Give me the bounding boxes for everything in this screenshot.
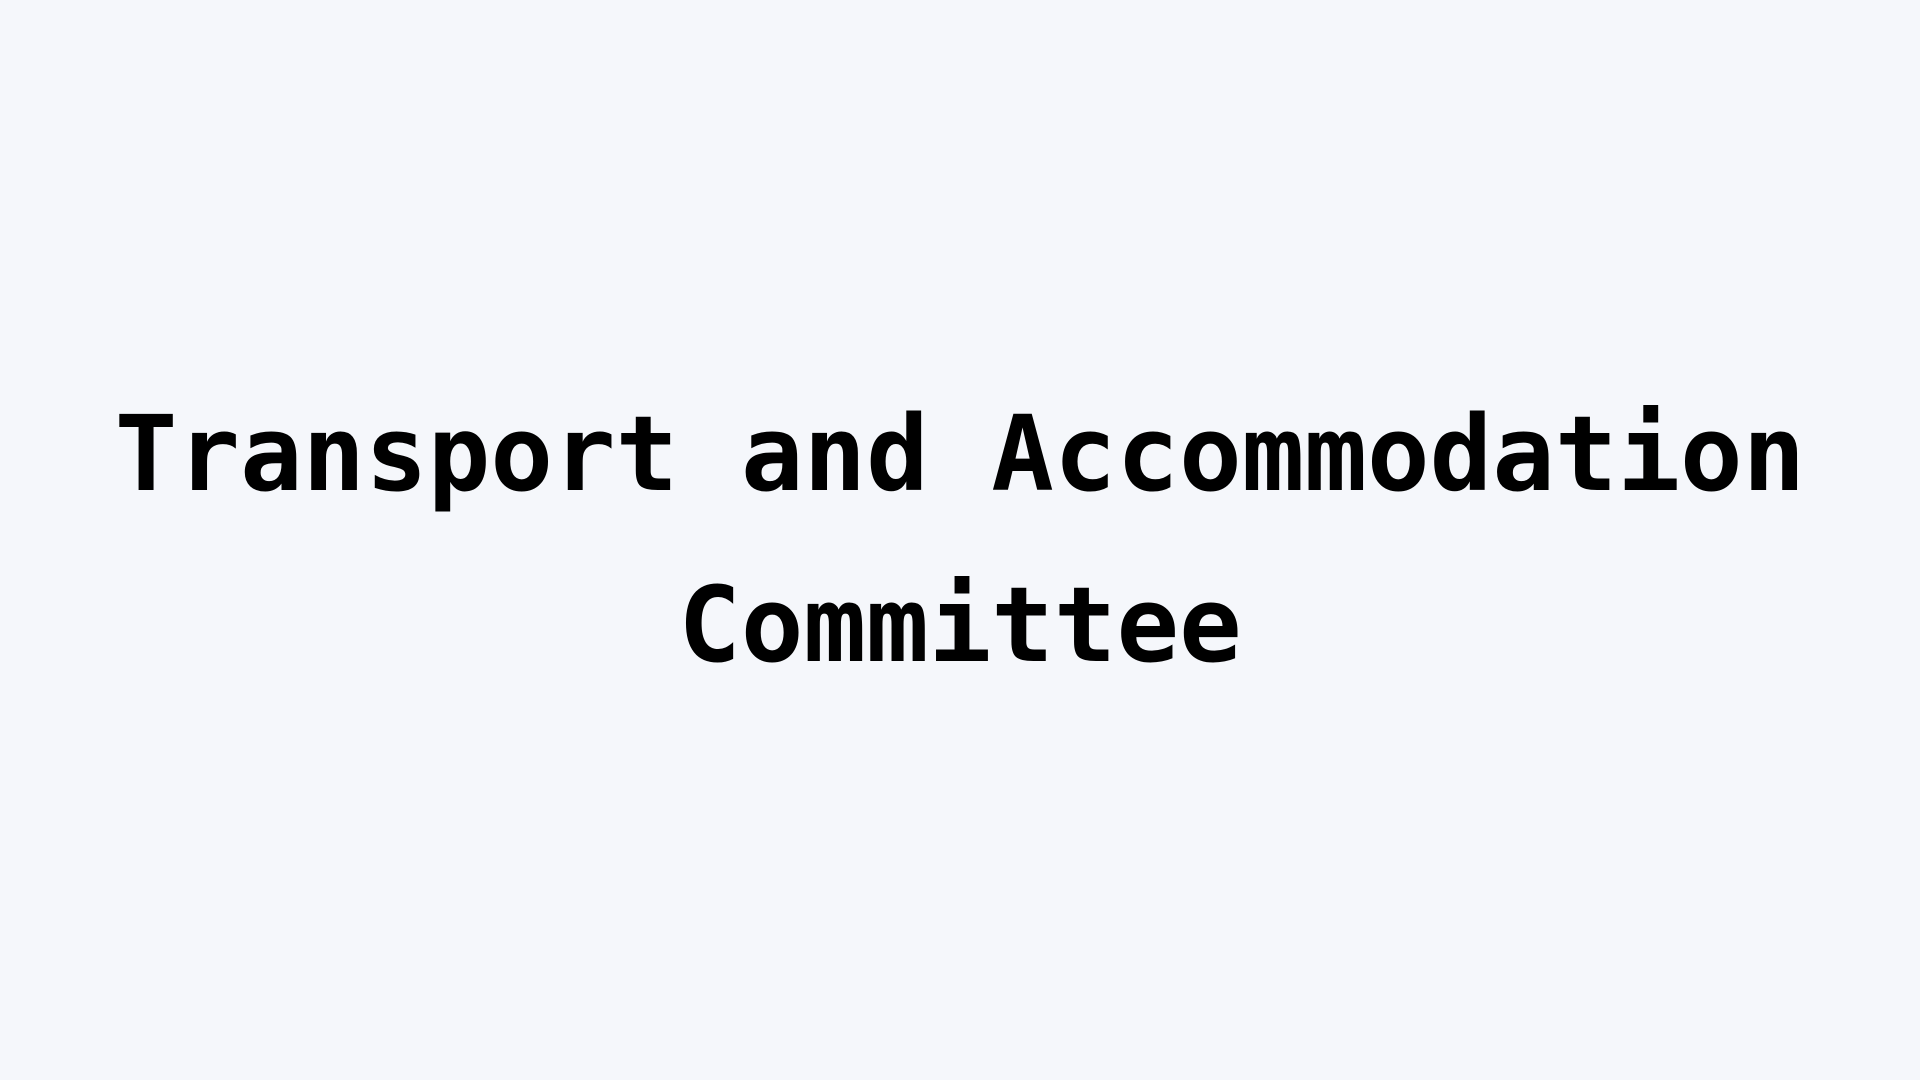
slide-title: Transport and Accommodation Committee — [114, 393, 1806, 686]
slide-canvas: Transport and Accommodation Committee — [0, 0, 1920, 1080]
